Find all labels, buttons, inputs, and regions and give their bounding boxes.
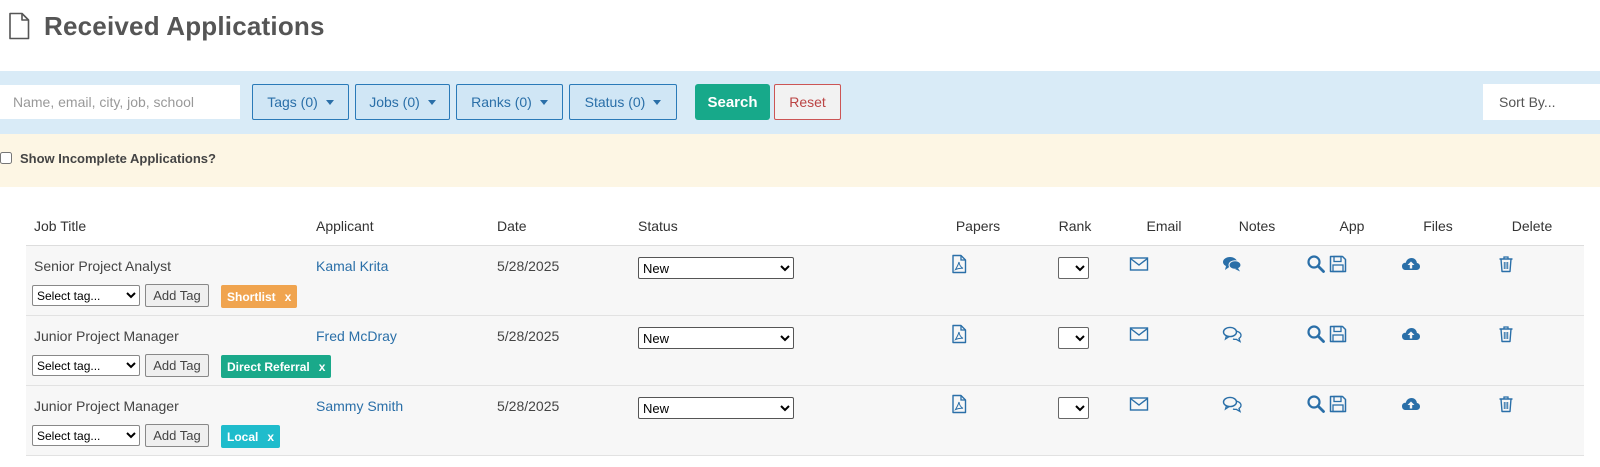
add-tag-button[interactable]: Add Tag: [145, 284, 209, 307]
col-notes: Notes: [1238, 218, 1276, 234]
trash-icon[interactable]: [1496, 254, 1516, 274]
col-files: Files: [1423, 218, 1453, 234]
trash-icon[interactable]: [1496, 324, 1516, 344]
rank-select[interactable]: [1058, 397, 1089, 419]
status-select[interactable]: New: [638, 257, 794, 279]
page-header: Received Applications: [8, 8, 325, 44]
status-select[interactable]: New: [638, 327, 794, 349]
col-status: Status: [638, 218, 678, 234]
save-icon[interactable]: [1328, 324, 1348, 344]
comments-outline-icon[interactable]: [1222, 394, 1242, 414]
tags-filter-button[interactable]: Tags (0): [252, 84, 349, 120]
document-icon: [9, 12, 30, 40]
save-icon[interactable]: [1328, 394, 1348, 414]
add-tag-button[interactable]: Add Tag: [145, 354, 209, 377]
col-email: Email: [1146, 218, 1182, 234]
tag-label: Shortlist: [227, 289, 276, 304]
ranks-filter-label: Ranks (0): [471, 94, 532, 110]
cloud-upload-icon[interactable]: [1401, 324, 1421, 344]
trash-icon[interactable]: [1496, 394, 1516, 414]
envelope-icon[interactable]: [1129, 254, 1149, 274]
tag-select[interactable]: Select tag...: [32, 285, 140, 306]
pdf-icon[interactable]: [949, 394, 969, 414]
job-title: Junior Project Manager: [34, 398, 179, 414]
search-button[interactable]: Search: [695, 84, 770, 120]
applicant-link[interactable]: Sammy Smith: [316, 398, 403, 414]
search-icon[interactable]: [1306, 254, 1326, 274]
applicant-link[interactable]: Kamal Krita: [316, 258, 388, 274]
cloud-upload-icon[interactable]: [1401, 254, 1421, 274]
jobs-filter-button[interactable]: Jobs (0): [355, 84, 450, 120]
table-header: Job Title Applicant Date Status Papers R…: [26, 208, 1584, 246]
col-applicant: Applicant: [316, 218, 374, 234]
search-input[interactable]: [0, 85, 240, 119]
incomplete-bar: Show Incomplete Applications?: [0, 134, 1600, 187]
pdf-icon[interactable]: [949, 254, 969, 274]
caret-down-icon: [427, 99, 436, 105]
job-title: Senior Project Analyst: [34, 258, 171, 274]
show-incomplete-label: Show Incomplete Applications?: [20, 151, 216, 166]
filter-bar: Tags (0) Jobs (0) Ranks (0) Status (0) S…: [0, 71, 1600, 134]
table-row: Junior Project Manager Sammy Smith 5/28/…: [26, 386, 1584, 456]
status-filter-label: Status (0): [584, 94, 646, 110]
tag-chip: Shortlist x: [221, 285, 298, 308]
tag-chip: Local x: [221, 425, 281, 448]
tag-select[interactable]: Select tag...: [32, 355, 140, 376]
cloud-upload-icon[interactable]: [1401, 394, 1421, 414]
reset-button[interactable]: Reset: [774, 84, 841, 120]
col-delete: Delete: [1511, 218, 1553, 234]
status-select[interactable]: New: [638, 397, 794, 419]
caret-down-icon: [539, 99, 548, 105]
col-date: Date: [497, 218, 527, 234]
search-icon[interactable]: [1306, 394, 1326, 414]
date: 5/28/2025: [497, 398, 560, 414]
caret-down-icon: [653, 99, 662, 105]
job-title: Junior Project Manager: [34, 328, 179, 344]
envelope-icon[interactable]: [1129, 324, 1149, 344]
table-row: Junior Project Manager Fred McDray 5/28/…: [26, 316, 1584, 386]
status-filter-button[interactable]: Status (0): [569, 84, 677, 120]
tag-remove-button[interactable]: x: [319, 360, 326, 374]
ranks-filter-button[interactable]: Ranks (0): [456, 84, 563, 120]
add-tag-button[interactable]: Add Tag: [145, 424, 209, 447]
tag-label: Local: [227, 429, 259, 444]
tag-chip: Direct Referral x: [221, 355, 332, 378]
applicant-link[interactable]: Fred McDray: [316, 328, 397, 344]
sort-by-label: Sort By...: [1499, 94, 1556, 110]
tag-remove-button[interactable]: x: [267, 430, 274, 444]
jobs-filter-label: Jobs (0): [369, 94, 420, 110]
table-row: Senior Project Analyst Kamal Krita 5/28/…: [26, 246, 1584, 316]
show-incomplete-checkbox[interactable]: [0, 152, 12, 164]
date: 5/28/2025: [497, 328, 560, 344]
comments-outline-icon[interactable]: [1222, 324, 1242, 344]
tag-remove-button[interactable]: x: [285, 290, 292, 304]
col-app: App: [1339, 218, 1365, 234]
sort-by-select[interactable]: Sort By...: [1483, 84, 1600, 120]
save-icon[interactable]: [1328, 254, 1348, 274]
col-papers: Papers: [955, 218, 1001, 234]
envelope-icon[interactable]: [1129, 394, 1149, 414]
page-title: Received Applications: [44, 10, 325, 41]
tag-label: Direct Referral: [227, 359, 310, 374]
col-job-title: Job Title: [34, 218, 87, 234]
tags-filter-label: Tags (0): [267, 94, 318, 110]
search-icon[interactable]: [1306, 324, 1326, 344]
col-rank: Rank: [1058, 218, 1092, 234]
tag-select[interactable]: Select tag...: [32, 425, 140, 446]
rank-select[interactable]: [1058, 257, 1089, 279]
pdf-icon[interactable]: [949, 324, 969, 344]
rank-select[interactable]: [1058, 327, 1089, 349]
comments-filled-icon[interactable]: [1222, 254, 1242, 274]
applications-table: Job Title Applicant Date Status Papers R…: [26, 208, 1584, 456]
caret-down-icon: [325, 99, 334, 105]
date: 5/28/2025: [497, 258, 560, 274]
